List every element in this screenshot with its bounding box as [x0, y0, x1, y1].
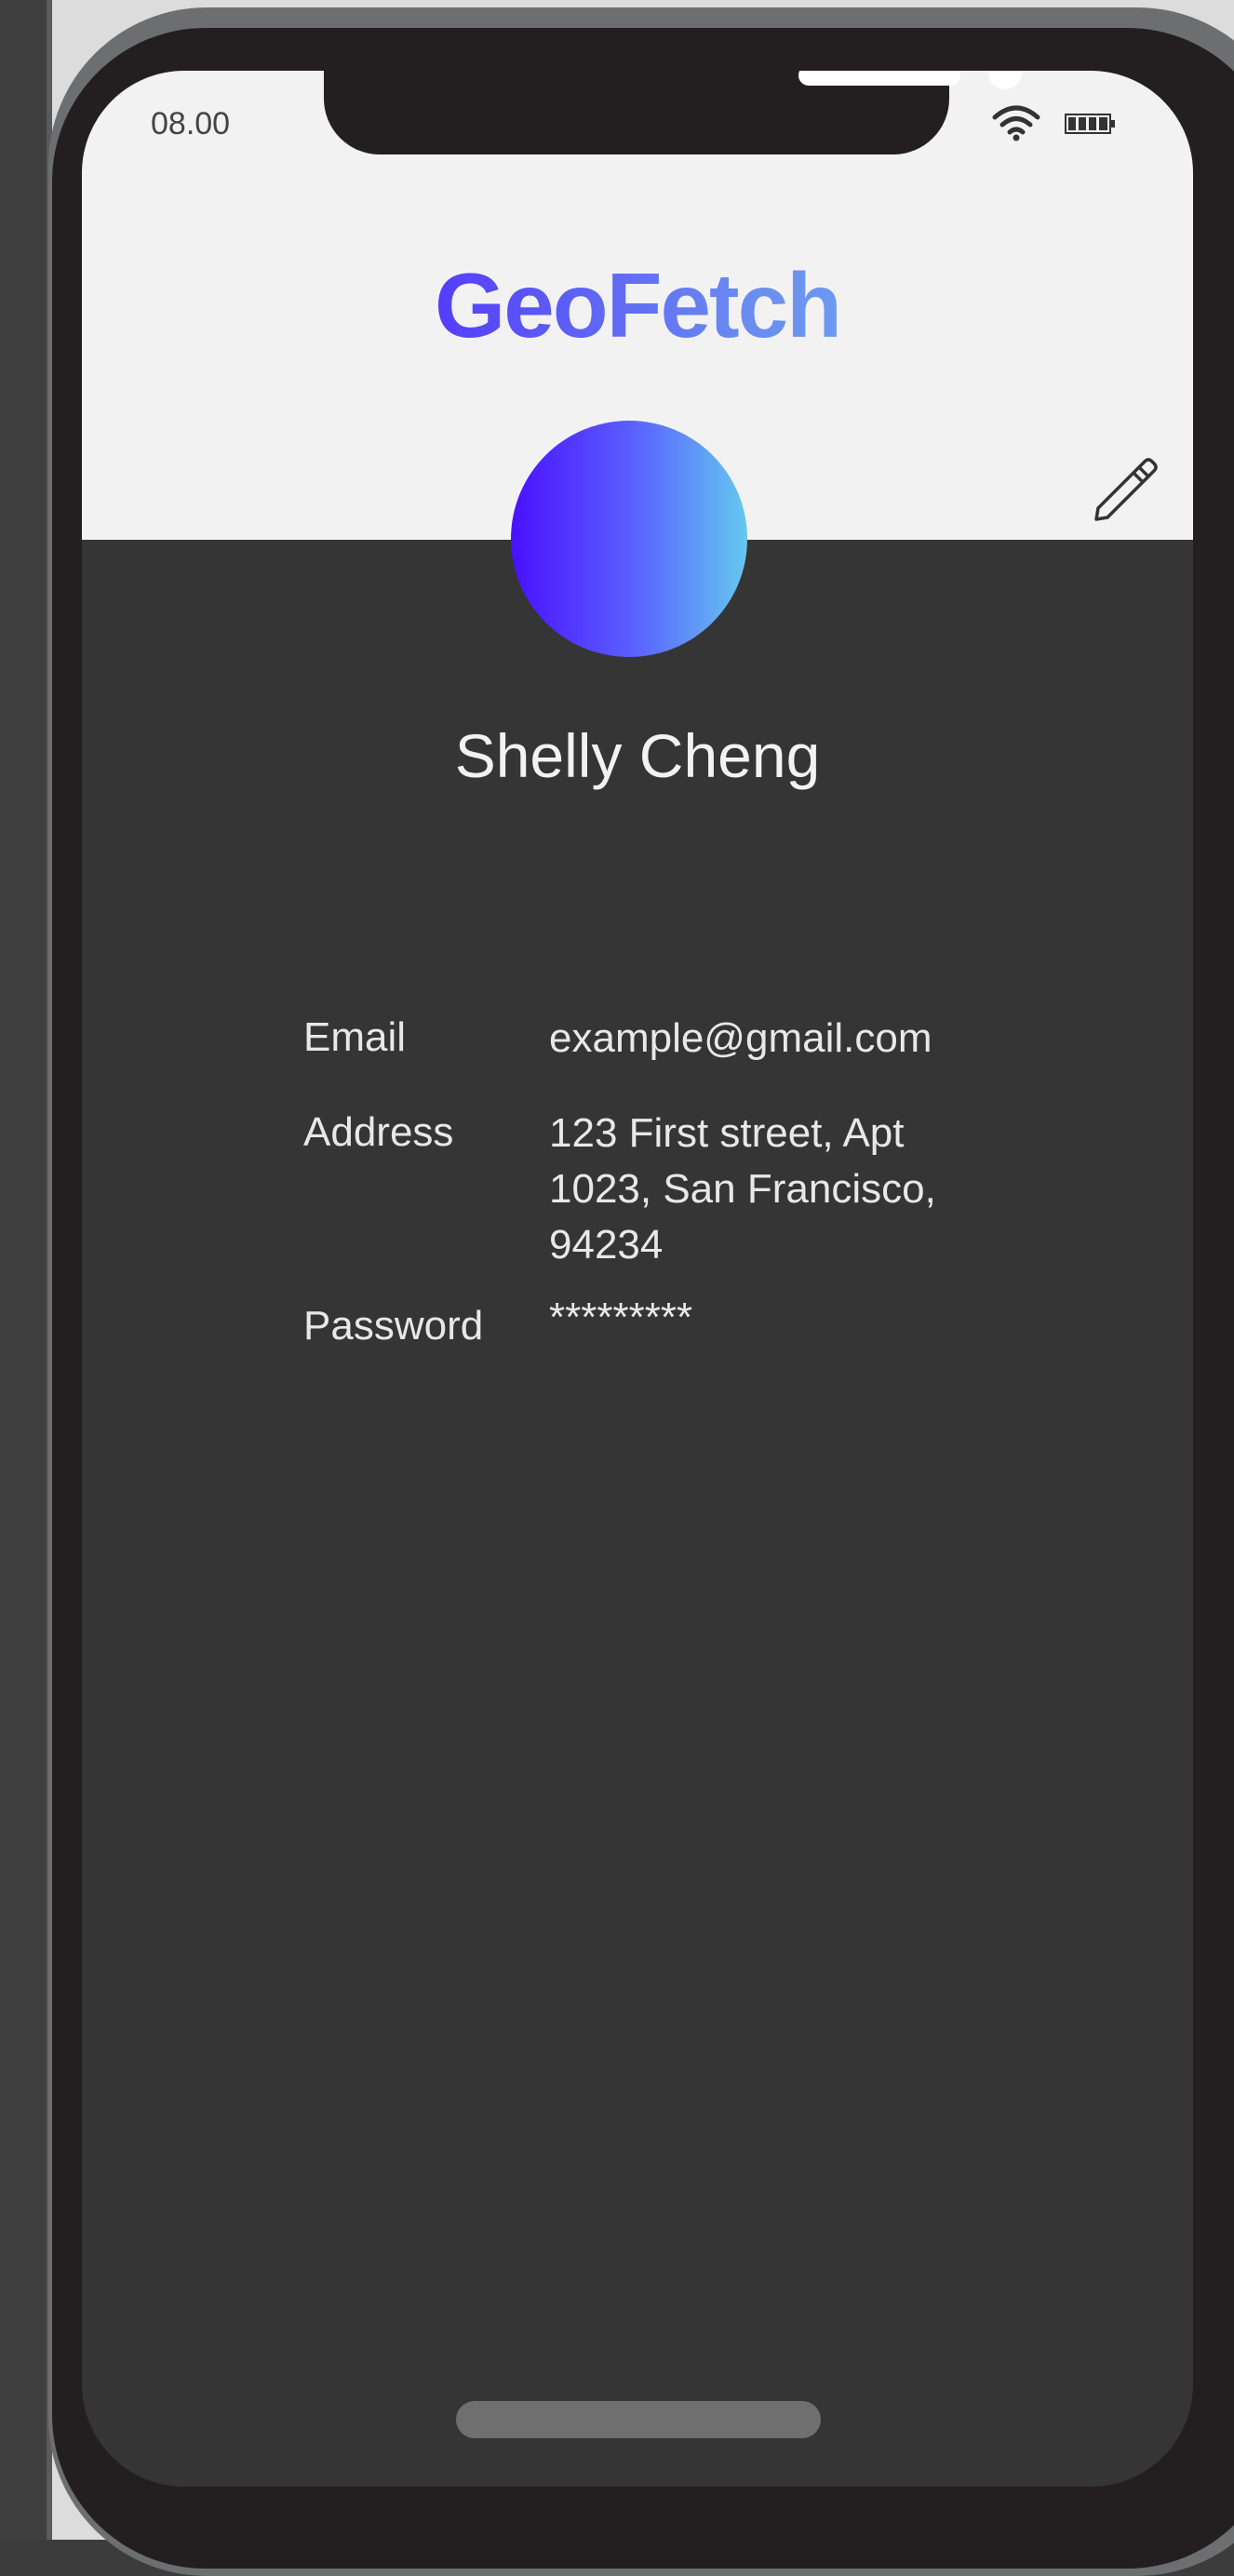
home-indicator[interactable] — [456, 2401, 821, 2438]
speaker-grille — [798, 71, 960, 86]
address-line-3: 94234 — [549, 1222, 664, 1268]
front-camera — [988, 71, 1022, 89]
password-label: Password — [303, 1303, 484, 1348]
profile-name: Shelly Cheng — [454, 721, 821, 790]
wifi-icon — [992, 105, 1040, 141]
address-line-2: 1023, San Francisco, — [549, 1166, 936, 1212]
address-label: Address — [303, 1109, 454, 1155]
app-title: GeoFetch — [82, 253, 1193, 358]
background-left — [0, 0, 47, 2540]
battery-icon — [1065, 114, 1115, 134]
address-line-1: 123 First street, Apt — [549, 1110, 905, 1156]
email-label: Email — [303, 1014, 407, 1060]
address-value: 123 First street, Apt 1023, San Francisc… — [549, 1106, 977, 1273]
phone-screen: 08.00 GeoFetch Shelly Cheng Email exampl… — [82, 71, 1193, 2487]
avatar[interactable] — [511, 421, 747, 657]
email-value: example@gmail.com — [549, 1015, 932, 1061]
password-value: ********* — [549, 1295, 693, 1340]
pencil-icon[interactable] — [1091, 452, 1161, 523]
status-time: 08.00 — [151, 106, 231, 141]
phone-notch — [324, 71, 1022, 154]
